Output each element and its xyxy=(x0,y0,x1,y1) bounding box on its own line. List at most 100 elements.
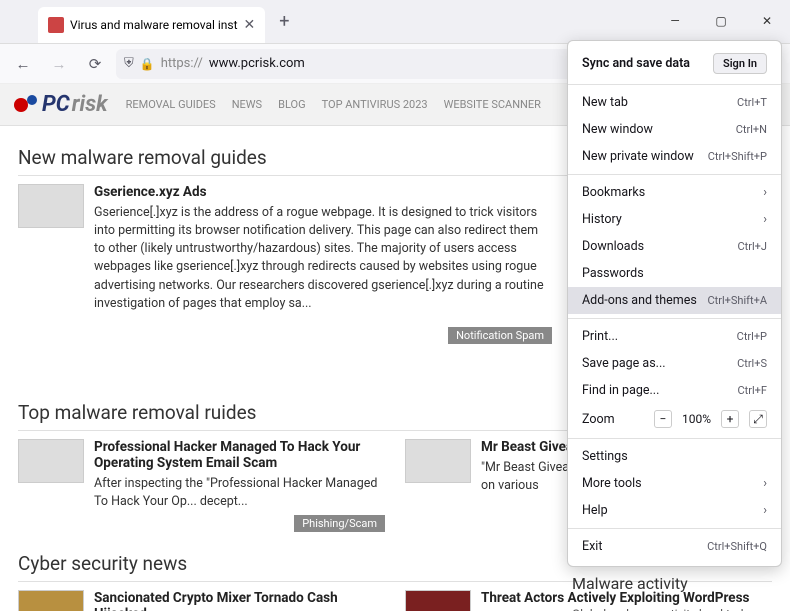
zoom-in-button[interactable]: + xyxy=(721,410,739,428)
chevron-right-icon: › xyxy=(763,212,767,227)
reload-button[interactable]: ⟳ xyxy=(80,49,110,79)
menu-item-shortcut: Ctrl+T xyxy=(737,96,767,109)
article-title: Gserience.xyz Ads xyxy=(94,184,552,200)
nav-item[interactable]: TOP ANTIVIRUS 2023 xyxy=(322,98,428,111)
close-tab-icon[interactable]: ✕ xyxy=(244,17,256,33)
menu-item[interactable]: Settings xyxy=(568,443,781,470)
menu-zoom: Zoom − 100% + ⤢ xyxy=(568,404,781,434)
menu-exit[interactable]: Exit Ctrl+Shift+Q xyxy=(568,533,781,560)
site-logo[interactable]: PCrisk xyxy=(14,92,108,117)
logo-dot-blue xyxy=(27,95,37,105)
menu-item-shortcut: Ctrl+P xyxy=(737,330,767,343)
article-desc: After inspecting the "Professional Hacke… xyxy=(94,475,385,511)
sidebar-widget: Malware activity Global malware activity… xyxy=(572,564,772,611)
menu-item[interactable]: New tab Ctrl+T xyxy=(568,89,781,116)
chevron-right-icon: › xyxy=(763,503,767,518)
nav-item[interactable]: BLOG xyxy=(278,98,306,111)
menu-item[interactable]: History › xyxy=(568,206,781,233)
toolbar: ← → ⟳ ⛨ 🔒 https://www.pcrisk.com ☆ ⌵ ⧉ ≡… xyxy=(0,44,790,84)
article-thumb xyxy=(18,439,84,483)
url-protocol: https:// xyxy=(161,56,203,71)
menu-separator xyxy=(568,84,781,85)
article-card[interactable]: Professional Hacker Managed To Hack Your… xyxy=(18,439,385,532)
menu-item-label: Add-ons and themes xyxy=(582,293,697,308)
article-tag: Phishing/Scam xyxy=(294,515,385,532)
lock-icon: 🔒 xyxy=(140,57,155,71)
signin-button[interactable]: Sign In xyxy=(713,53,767,74)
logo-dot-red xyxy=(14,98,28,112)
menu-item-label: Print... xyxy=(582,329,618,344)
fullscreen-button[interactable]: ⤢ xyxy=(749,410,767,428)
menu-item[interactable]: New window Ctrl+N xyxy=(568,116,781,143)
menu-item[interactable]: Help › xyxy=(568,497,781,524)
menu-item[interactable]: Save page as...Ctrl+S xyxy=(568,350,781,377)
menu-item[interactable]: Print... Ctrl+P xyxy=(568,323,781,350)
menu-item-label: New tab xyxy=(582,95,628,110)
menu-item-label: Downloads xyxy=(582,239,644,254)
zoom-out-button[interactable]: − xyxy=(654,410,672,428)
url-host: www.pcrisk.com xyxy=(209,56,305,71)
menu-item-shortcut: Ctrl+N xyxy=(736,123,767,136)
article-card[interactable]: Gserience.xyz Ads Gserience[.]xyz is the… xyxy=(18,184,552,313)
window-controls: — ▢ ✕ xyxy=(652,0,790,43)
menu-item[interactable]: Add-ons and themes Ctrl+Shift+A xyxy=(568,287,781,314)
menu-separator xyxy=(568,174,781,175)
browser-tab[interactable]: Virus and malware removal inst ✕ xyxy=(38,7,265,43)
menu-item-shortcut: Ctrl+F xyxy=(738,384,767,397)
menu-item-label: New private window xyxy=(582,149,694,164)
shield-icon: ⛨ xyxy=(124,56,134,71)
tab-title: Virus and malware removal inst xyxy=(70,18,238,32)
chevron-right-icon: › xyxy=(763,185,767,200)
menu-item-shortcut: Ctrl+Shift+Q xyxy=(707,540,767,553)
article-title: Professional Hacker Managed To Hack Your… xyxy=(94,439,385,471)
menu-item-shortcut: Ctrl+J xyxy=(738,240,767,253)
article-thumb xyxy=(405,439,471,483)
nav-item[interactable]: NEWS xyxy=(232,98,262,111)
article-tag: Notification Spam xyxy=(448,327,552,344)
widget-text: Global malware activity level today: xyxy=(572,607,772,611)
menu-item[interactable]: Find in page... Ctrl+F xyxy=(568,377,781,404)
article-title: Sancionated Crypto Mixer Tornado Cash Hi… xyxy=(94,590,385,611)
close-window-button[interactable]: ✕ xyxy=(744,0,790,43)
article-thumb xyxy=(18,590,84,611)
menu-item-label: Settings xyxy=(582,449,628,464)
favicon xyxy=(48,17,64,33)
menu-item[interactable]: Downloads Ctrl+J xyxy=(568,233,781,260)
minimize-button[interactable]: — xyxy=(652,0,698,43)
menu-separator xyxy=(568,528,781,529)
logo-risk: risk xyxy=(72,92,108,117)
new-tab-button[interactable]: + xyxy=(273,11,295,32)
back-button[interactable]: ← xyxy=(8,49,38,79)
menu-item-label: More tools xyxy=(582,476,642,491)
nav-item[interactable]: WEBSITE SCANNER xyxy=(444,98,541,111)
nav-item[interactable]: REMOVAL GUIDES xyxy=(126,98,216,111)
menu-item[interactable]: More tools › xyxy=(568,470,781,497)
forward-button[interactable]: → xyxy=(44,49,74,79)
article-thumb xyxy=(18,184,84,228)
menu-item[interactable]: Passwords xyxy=(568,260,781,287)
article-card[interactable]: Sancionated Crypto Mixer Tornado Cash Hi… xyxy=(18,590,385,611)
menu-item-shortcut: Ctrl+Shift+P xyxy=(708,150,767,163)
menu-item-label: Exit xyxy=(582,539,602,554)
menu-item[interactable]: Bookmarks › xyxy=(568,179,781,206)
menu-item-label: Bookmarks xyxy=(582,185,645,200)
menu-item-label: Help xyxy=(582,503,608,518)
maximize-button[interactable]: ▢ xyxy=(698,0,744,43)
widget-title: Malware activity xyxy=(572,574,772,599)
menu-sync-label: Sync and save data xyxy=(582,56,690,71)
app-menu: Sync and save data Sign In New tab Ctrl+T… xyxy=(567,40,782,567)
menu-item[interactable]: New private window Ctrl+Shift+P xyxy=(568,143,781,170)
menu-item-label: History xyxy=(582,212,622,227)
zoom-value: 100% xyxy=(682,412,711,426)
menu-item-shortcut: Ctrl+Shift+A xyxy=(707,294,767,307)
menu-item-label: New window xyxy=(582,122,653,137)
chevron-right-icon: › xyxy=(763,476,767,491)
titlebar: Virus and malware removal inst ✕ + — ▢ ✕ xyxy=(0,0,790,44)
menu-item-label: Find in page... xyxy=(582,383,659,398)
menu-item-shortcut: Ctrl+S xyxy=(737,357,767,370)
article-thumb xyxy=(405,590,471,611)
zoom-label: Zoom xyxy=(582,412,615,427)
site-nav: REMOVAL GUIDES NEWS BLOG TOP ANTIVIRUS 2023… xyxy=(126,98,541,111)
article-desc: Gserience[.]xyz is the address of a rogu… xyxy=(94,204,552,313)
menu-sync[interactable]: Sync and save data Sign In xyxy=(568,47,781,80)
